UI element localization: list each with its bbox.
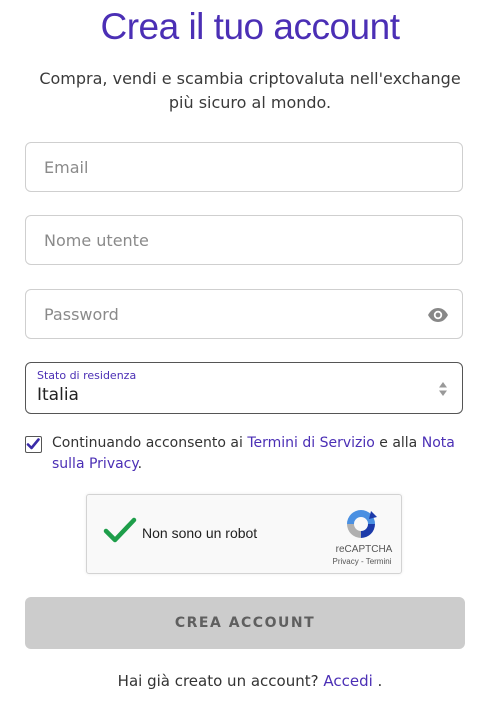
password-field[interactable]: [25, 289, 463, 339]
username-field[interactable]: [25, 215, 463, 265]
create-account-button[interactable]: CREA ACCOUNT: [25, 597, 465, 649]
username-input[interactable]: [42, 216, 406, 264]
consent-middle: e alla: [374, 435, 422, 451]
recaptcha-logo-icon: [344, 507, 378, 541]
login-prompt: Hai già creato un account? Accedi .: [0, 672, 500, 690]
sort-arrows-icon: [438, 381, 448, 397]
residence-value: Italia: [37, 385, 79, 405]
login-link[interactable]: Accedi: [323, 672, 372, 690]
captcha-checkmark-icon[interactable]: [103, 517, 137, 545]
captcha-brand: reCAPTCHA: [335, 544, 393, 555]
consent-text: Continuando acconsento ai Termini di Ser…: [52, 433, 467, 475]
password-input[interactable]: [42, 290, 406, 338]
page-title: Crea il tuo account: [100, 6, 400, 47]
residence-label: Stato di residenza: [37, 369, 137, 382]
email-field[interactable]: [25, 142, 463, 192]
recaptcha-widget[interactable]: Non sono un robot reCAPTCHA Privacy - Te…: [86, 494, 402, 574]
captcha-links[interactable]: Privacy - Termini: [321, 557, 403, 566]
page-subtitle: Compra, vendi e scambia criptovaluta nel…: [39, 69, 461, 112]
captcha-label: Non sono un robot: [142, 525, 258, 541]
residence-select[interactable]: Stato di residenza Italia: [25, 362, 463, 414]
consent-prefix: Continuando acconsento ai: [52, 435, 248, 451]
terms-link[interactable]: Termini di Servizio: [247, 435, 375, 451]
eye-icon[interactable]: [427, 305, 449, 325]
email-input[interactable]: [42, 143, 406, 191]
login-prompt-suffix: .: [372, 672, 383, 690]
checkmark-icon: [26, 438, 40, 450]
consent-suffix: .: [137, 456, 143, 472]
login-prompt-text: Hai già creato un account?: [117, 672, 324, 690]
consent-checkbox[interactable]: [25, 436, 42, 453]
